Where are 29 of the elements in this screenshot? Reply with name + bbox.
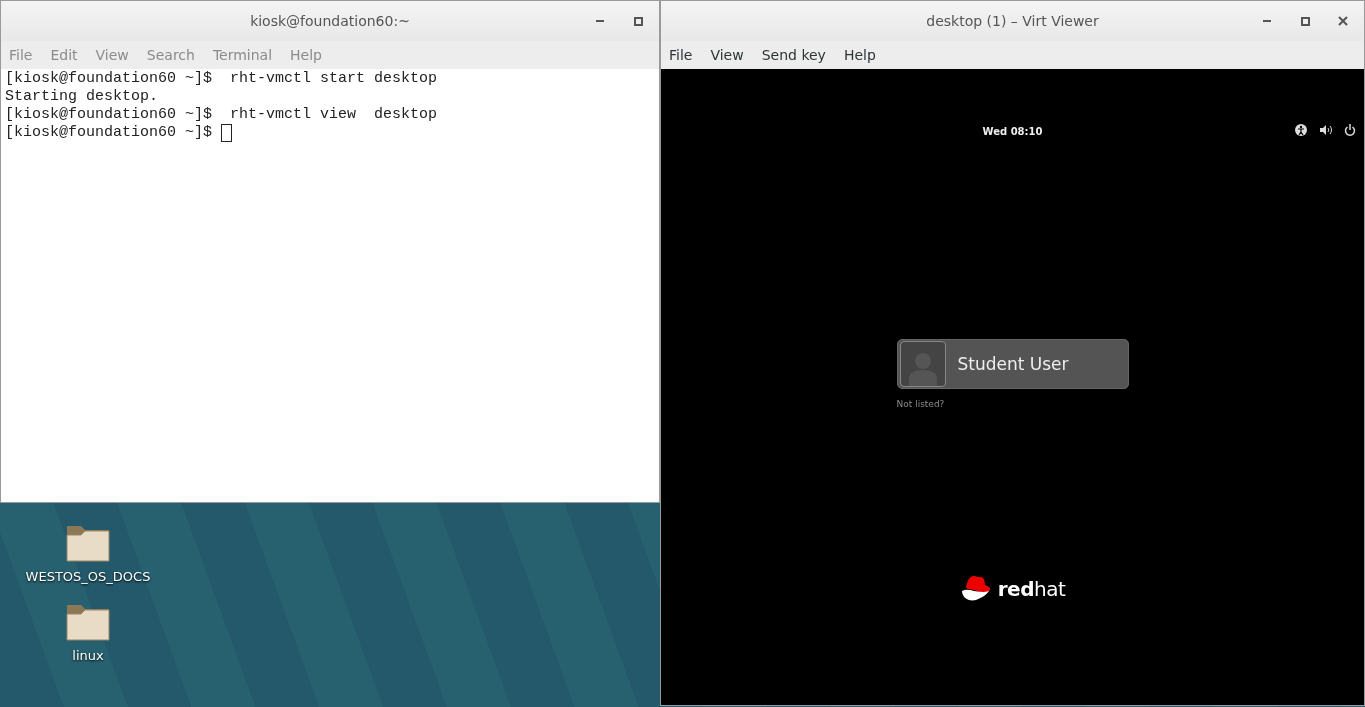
folder-icon[interactable] [65, 602, 111, 642]
menu-item[interactable]: File [669, 47, 693, 63]
minimize-icon [596, 20, 604, 22]
terminal-line: [kiosk@foundation60 ~]$ rht-vmctl start desktop [5, 69, 438, 88]
terminal-line: Starting desktop. [5, 87, 159, 106]
menu-item[interactable]: View [710, 47, 744, 63]
user-button[interactable]: Student User [896, 339, 1129, 389]
icon-label[interactable]: WESTOS_OS_DOCS [25, 569, 151, 584]
maximize-icon [1300, 16, 1310, 26]
window-title: kiosk@foundation60:~ [250, 12, 410, 29]
cursor-icon [221, 123, 233, 142]
not-listed-link[interactable]: Not listed? [896, 399, 945, 409]
accessibility-icon[interactable] [1295, 124, 1307, 136]
clock: Wed 08:10 [982, 125, 1043, 137]
menu-item[interactable]: Help [843, 47, 876, 63]
avatar-icon [899, 341, 946, 387]
volume-icon[interactable] [1319, 124, 1332, 136]
terminal-line: [kiosk@foundation60 ~]$ rht-vmctl view desktop [5, 105, 438, 124]
folder-icon[interactable] [65, 523, 111, 563]
icon-label[interactable]: linux [72, 648, 104, 663]
maximize-icon [633, 16, 643, 26]
window-title: desktop (1) – Virt Viewer [926, 13, 1099, 29]
menu-item[interactable]: Send key [761, 47, 826, 63]
terminal-line: [kiosk@foundation60 ~]$ [5, 123, 214, 142]
power-icon[interactable] [1344, 124, 1356, 136]
close-icon [1338, 16, 1348, 26]
minimize-icon [1263, 20, 1271, 22]
terminal-area[interactable]: [kiosk@foundation60 ~]$ rht-vmctl start desktop Starting desktop. [kiosk@foundation60 ~]$ rht-vmctl view desktop [kiosk@foundation60 ~]$ [1, 68, 659, 502]
logo-text: redhat [997, 577, 1066, 601]
